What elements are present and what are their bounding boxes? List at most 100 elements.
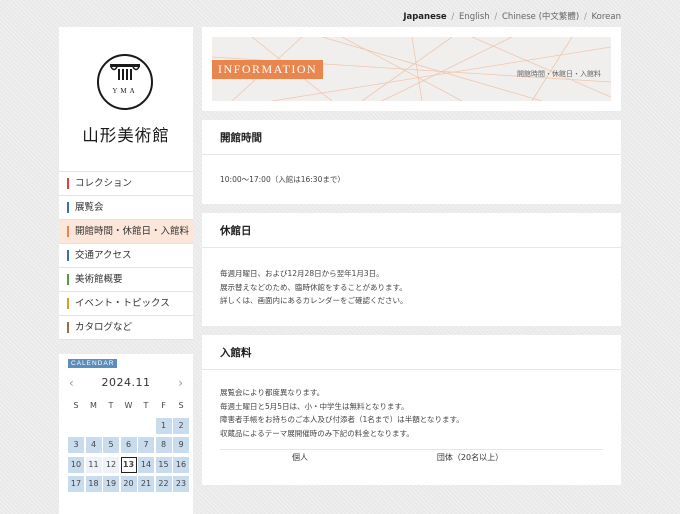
fee-table-header: 個人 団体（20名以上） xyxy=(220,450,603,464)
section-title: 開館時間 xyxy=(202,120,621,155)
calendar-day[interactable]: 4 xyxy=(85,437,102,453)
section-title: 休館日 xyxy=(202,213,621,248)
calendar-empty-cell xyxy=(121,418,137,434)
admission-text: 展覧会により都度異なります。 xyxy=(220,388,325,397)
calendar-weekday: T xyxy=(143,401,149,410)
calendar-day[interactable]: 9 xyxy=(173,437,189,453)
calendar-day[interactable]: 10 xyxy=(68,456,84,473)
calendar-day[interactable]: 3 xyxy=(68,437,84,453)
language-separator: / xyxy=(451,12,455,22)
calendar-weekday: T xyxy=(108,401,114,410)
calendar-day[interactable]: 14 xyxy=(138,456,154,473)
nav-item-about[interactable]: 美術館概要 xyxy=(59,267,193,291)
nav-item-marker xyxy=(67,250,69,261)
language-separator: / xyxy=(583,12,587,22)
calendar-day[interactable]: 23 xyxy=(173,476,189,492)
calendar-weekday: S xyxy=(178,401,184,410)
nav-item-marker xyxy=(67,298,69,309)
calendar-day[interactable]: 18 xyxy=(85,476,102,492)
admission-section: 入館料 展覧会により都度異なります。 毎週土曜日と5月5日は、小・中学生は無料と… xyxy=(202,335,621,485)
nav-item-marker xyxy=(67,178,69,189)
calendar-day[interactable]: 2 xyxy=(173,417,189,434)
calendar-empty-cell xyxy=(103,418,119,434)
breadcrumb: 開館時間・休館日・入館料 xyxy=(517,70,601,78)
banner-image: INFORMATION 開館時間・休館日・入館料 xyxy=(212,37,611,101)
nav-item-marker xyxy=(67,202,69,213)
logo-emblem: YMA xyxy=(97,54,153,110)
calendar-weekday: S xyxy=(73,401,79,410)
admission-text: 障害者手帳をお持ちのご本人及び付添者（1名まで）は半額となります。 xyxy=(220,415,464,424)
section-title: 入館料 xyxy=(202,335,621,370)
main-nav: コレクション 展覧会 開館時間・休館日・入館料 交通アクセス 美術館概要 イベン… xyxy=(59,171,193,340)
nav-item-marker xyxy=(67,274,69,285)
language-english[interactable]: English xyxy=(459,12,490,22)
fee-table: 個人 団体（20名以上） xyxy=(220,449,603,464)
closed-text: 展示替えなどのため、臨時休館をすることがあります。 xyxy=(220,282,407,292)
nav-item-marker xyxy=(67,322,69,333)
calendar-grid: S M T W T F S 1 2 3 4 5 6 7 8 9 10 11 12 13 14 15 16 17 18 19 20 21… xyxy=(68,398,189,492)
admission-text: 毎週土曜日と5月5日は、小・中学生は無料となります。 xyxy=(220,401,409,411)
closed-text: 毎週月曜日、および12月28日から翌年1月3日。 xyxy=(220,269,384,278)
calendar-day[interactable]: 7 xyxy=(138,437,154,453)
closed-days-section: 休館日 毎週月曜日、および12月28日から翌年1月3日。 展示替えなどのため、臨… xyxy=(202,213,621,326)
calendar-day[interactable]: 20 xyxy=(120,476,137,492)
logo-initials: YMA xyxy=(112,87,138,95)
nav-item-label: 交通アクセス xyxy=(75,250,132,261)
sidebar: YMA 山形美術館 コレクション 展覧会 開館時間・休館日・入館料 交通アクセス… xyxy=(59,27,193,514)
calendar-day[interactable]: 6 xyxy=(120,437,137,453)
calendar-month: 2024.11 xyxy=(101,376,151,389)
calendar-day[interactable]: 21 xyxy=(138,476,154,492)
calendar-empty-cell xyxy=(86,418,102,434)
closed-text: 詳しくは、画面内にあるカレンダーをご確認ください。 xyxy=(220,296,408,305)
nav-item-label: カタログなど xyxy=(75,322,133,333)
nav-item-access[interactable]: 交通アクセス xyxy=(59,243,193,267)
fee-col-individual: 個人 xyxy=(292,453,308,462)
calendar-day[interactable]: 1 xyxy=(155,417,172,434)
page-banner: INFORMATION 開館時間・休館日・入館料 xyxy=(202,27,621,111)
calendar: CALENDAR ‹ 2024.11 › S M T W T F S 1 2 3 4 5 6 7 8 9 10 1… xyxy=(59,354,193,514)
nav-item-collection[interactable]: コレクション xyxy=(59,171,193,195)
museum-name: 山形美術館 xyxy=(82,126,170,145)
language-korean[interactable]: Korean xyxy=(592,12,621,22)
calendar-day[interactable]: 22 xyxy=(155,476,172,492)
calendar-day[interactable]: 17 xyxy=(68,476,84,492)
hours-text: 10:00～17:00（入館は16:30まで） xyxy=(220,175,345,184)
calendar-header: ‹ 2024.11 › xyxy=(59,374,193,392)
calendar-weekday: W xyxy=(124,401,133,410)
banner-title: INFORMATION xyxy=(212,60,324,79)
nav-item-label: 開館時間・休館日・入館料 xyxy=(75,226,190,237)
calendar-day[interactable]: 11 xyxy=(85,456,102,473)
language-separator: / xyxy=(494,12,498,22)
calendar-weekday: F xyxy=(161,401,166,410)
calendar-day[interactable]: 12 xyxy=(103,456,119,473)
language-japanese[interactable]: Japanese xyxy=(403,12,446,22)
nav-item-label: コレクション xyxy=(75,178,133,189)
nav-item-hours[interactable]: 開館時間・休館日・入館料 xyxy=(59,219,193,243)
admission-text: 収蔵品によるテーマ展開催時のみ下記の料金となります。 xyxy=(220,428,414,438)
language-switcher: Japanese / English / Chinese (中文繁體) / Ko… xyxy=(403,10,621,22)
hours-section: 開館時間 10:00～17:00（入館は16:30まで） xyxy=(202,120,621,204)
calendar-day[interactable]: 16 xyxy=(173,456,189,473)
nav-item-label: 美術館概要 xyxy=(75,274,123,285)
calendar-next-icon[interactable]: › xyxy=(178,374,183,392)
calendar-day[interactable]: 5 xyxy=(103,437,119,453)
column-icon xyxy=(110,64,140,80)
language-chinese[interactable]: Chinese (中文繁體) xyxy=(502,12,579,22)
nav-item-label: 展覧会 xyxy=(75,202,104,213)
main-content: INFORMATION 開館時間・休館日・入館料 開館時間 10:00～17:0… xyxy=(202,27,621,485)
nav-item-label: イベント・トピックス xyxy=(75,298,170,309)
nav-item-events[interactable]: イベント・トピックス xyxy=(59,291,193,315)
calendar-weekday: M xyxy=(90,401,97,410)
nav-item-exhibitions[interactable]: 展覧会 xyxy=(59,195,193,219)
calendar-badge: CALENDAR xyxy=(68,359,118,368)
calendar-empty-cell xyxy=(138,418,154,434)
calendar-day[interactable]: 8 xyxy=(155,437,172,453)
calendar-day[interactable]: 15 xyxy=(155,456,172,473)
nav-item-marker xyxy=(67,226,69,237)
calendar-day[interactable]: 13 xyxy=(120,456,137,473)
museum-logo[interactable]: YMA 山形美術館 xyxy=(59,27,193,171)
nav-item-catalog[interactable]: カタログなど xyxy=(59,315,193,340)
calendar-day[interactable]: 19 xyxy=(103,476,119,492)
fee-col-group: 団体（20名以上） xyxy=(436,453,504,462)
calendar-empty-cell xyxy=(68,418,84,434)
